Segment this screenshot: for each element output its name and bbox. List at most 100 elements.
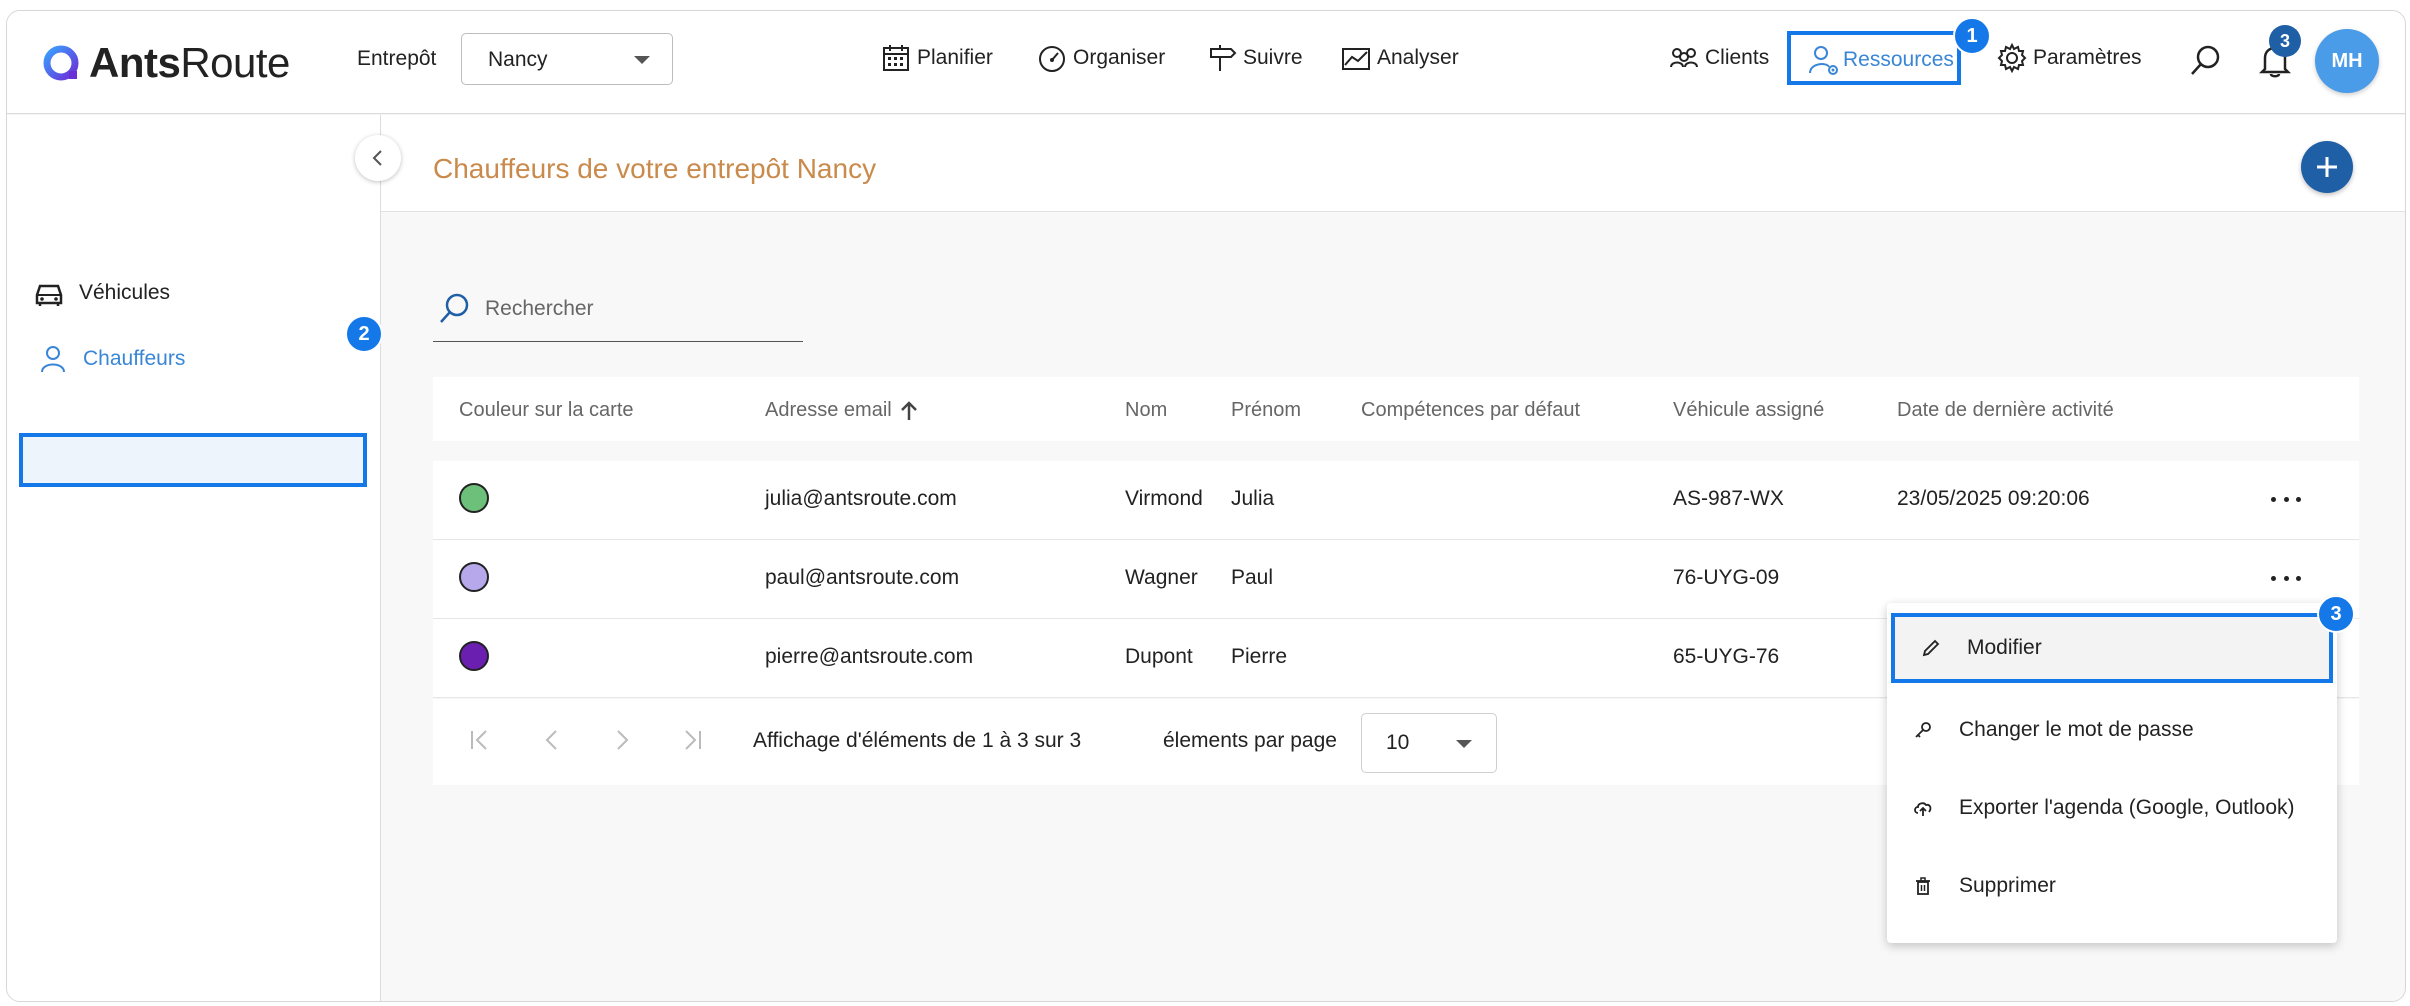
nav-suivre[interactable]: Suivre — [1207, 43, 1303, 73]
sidebar-item-vehicules-label: Véhicules — [79, 281, 171, 304]
nav-suivre-label: Suivre — [1243, 46, 1303, 69]
per-page-value: 10 — [1386, 731, 1410, 754]
step-3-badge: 3 — [2317, 595, 2355, 633]
driver-color-dot — [459, 562, 489, 592]
search-icon[interactable] — [2189, 43, 2223, 77]
user-avatar[interactable]: MH — [2315, 29, 2379, 93]
cell-prenom: Paul — [1231, 566, 1274, 589]
per-page-label: élements par page — [1163, 729, 1337, 752]
menu-item-supprimer[interactable]: Supprimer — [1887, 851, 2337, 921]
chevron-down-icon — [1456, 740, 1472, 748]
more-options-icon[interactable] — [2271, 576, 2301, 584]
sidebar-item-vehicules[interactable]: Véhicules — [33, 277, 170, 309]
menu-item-export-agenda[interactable]: Exporter l'agenda (Google, Outlook) — [1887, 773, 2337, 843]
menu-item-modifier[interactable]: Modifier — [1891, 613, 2333, 683]
menu-item-change-password-label: Changer le mot de passe — [1959, 718, 2194, 741]
last-page-icon[interactable] — [679, 727, 705, 753]
sidebar: Véhicules Chauffeurs — [7, 115, 381, 1001]
signpost-icon — [1210, 45, 1237, 71]
menu-item-supprimer-label: Supprimer — [1959, 874, 2056, 897]
pencil-icon — [1922, 639, 1940, 657]
column-header-nom[interactable]: Nom — [1125, 399, 1167, 422]
nav-parametres[interactable]: Paramètres — [1997, 43, 2142, 73]
top-header: AntsRoute Entrepôt Nancy Planifier Organ… — [7, 11, 2405, 114]
per-page-select[interactable]: 10 — [1361, 713, 1497, 773]
column-header-email-label: Adresse email — [765, 399, 892, 421]
brand-name: AntsRoute — [89, 39, 290, 86]
cell-nom: Virmond — [1125, 487, 1203, 510]
arrow-up-icon — [900, 400, 917, 420]
column-header-vehicule[interactable]: Véhicule assigné — [1673, 399, 1824, 422]
nav-organiser-label: Organiser — [1073, 46, 1166, 69]
nav-planifier[interactable]: Planifier — [881, 43, 993, 73]
first-page-icon[interactable] — [467, 727, 493, 753]
search-placeholder: Rechercher — [485, 297, 594, 320]
entrepot-selected-value: Nancy — [488, 48, 548, 71]
sidebar-item-chauffeurs-label: Chauffeurs — [83, 347, 186, 370]
step-2-badge: 2 — [345, 315, 383, 353]
chevron-down-icon — [634, 56, 650, 64]
sidebar-item-chauffeurs[interactable]: Chauffeurs — [37, 343, 185, 375]
driver-color-dot — [459, 641, 489, 671]
column-header-color[interactable]: Couleur sur la carte — [459, 399, 634, 422]
table-header: Couleur sur la carte Adresse email Nom P… — [433, 377, 2359, 441]
add-chauffeur-button[interactable] — [2301, 141, 2353, 193]
page-title: Chauffeurs de votre entrepôt Nancy — [433, 153, 877, 184]
menu-item-modifier-label: Modifier — [1967, 636, 2042, 659]
entrepot-select[interactable]: Nancy — [461, 33, 673, 85]
cell-nom: Wagner — [1125, 566, 1198, 589]
user-gear-icon — [1809, 46, 1838, 75]
collapse-sidebar-button[interactable] — [355, 135, 401, 181]
next-page-icon[interactable] — [609, 727, 635, 753]
chevron-left-icon — [372, 150, 382, 166]
nav-clients-label: Clients — [1705, 46, 1770, 69]
column-header-competences[interactable]: Compétences par défaut — [1361, 399, 1580, 422]
previous-page-icon[interactable] — [539, 727, 565, 753]
cell-nom: Dupont — [1125, 645, 1193, 668]
antsroute-logo[interactable]: AntsRoute — [41, 39, 290, 87]
nav-planifier-label: Planifier — [917, 46, 993, 69]
users-group-icon — [1670, 48, 1698, 68]
key-icon — [1915, 722, 1931, 738]
column-header-activite[interactable]: Date de dernière activité — [1897, 399, 2114, 422]
car-icon — [35, 284, 63, 306]
app-window: AntsRoute Entrepôt Nancy Planifier Organ… — [6, 10, 2406, 1002]
pagination-summary: Affichage d'éléments de 1 à 3 sur 3 — [753, 729, 1082, 752]
nav-organiser[interactable]: Organiser — [1037, 43, 1165, 73]
calendar-icon — [883, 45, 909, 71]
nav-clients[interactable]: Clients — [1669, 43, 1769, 73]
nav-ressources[interactable]: Ressources — [1807, 43, 1954, 77]
entrepot-label: Entrepôt — [357, 47, 437, 70]
row-context-menu: Modifier Changer le mot de passe Exporte… — [1887, 603, 2337, 943]
antsroute-logo-icon — [43, 45, 79, 81]
cell-prenom: Pierre — [1231, 645, 1288, 668]
nav-analyser-label: Analyser — [1377, 46, 1459, 69]
notification-count-badge: 3 — [2269, 25, 2301, 57]
chart-icon — [1342, 48, 1370, 70]
cell-prenom: Julia — [1231, 487, 1275, 510]
gear-icon — [1997, 43, 2027, 73]
sidebar-item-chauffeurs-highlight — [19, 433, 367, 487]
table-row[interactable]: julia@antsroute.com Virmond Julia AS-987… — [433, 461, 2359, 540]
menu-item-change-password[interactable]: Changer le mot de passe — [1887, 695, 2337, 765]
menu-item-export-agenda-label: Exporter l'agenda (Google, Outlook) — [1959, 796, 2295, 819]
cell-email: pierre@antsroute.com — [765, 645, 974, 668]
cell-email: paul@antsroute.com — [765, 566, 960, 589]
step-1-badge: 1 — [1953, 17, 1991, 55]
cell-vehicule: 76-UYG-09 — [1673, 566, 1780, 589]
cell-vehicule: AS-987-WX — [1673, 487, 1784, 510]
more-options-icon[interactable] — [2271, 497, 2301, 505]
page-header: Chauffeurs de votre entrepôt Nancy — [381, 115, 2405, 212]
cell-vehicule: 65-UYG-76 — [1673, 645, 1780, 668]
user-icon — [41, 346, 65, 373]
search-field[interactable]: Rechercher — [433, 285, 803, 342]
column-header-prenom[interactable]: Prénom — [1231, 399, 1301, 422]
column-header-email[interactable]: Adresse email — [765, 399, 918, 422]
search-icon — [440, 293, 469, 323]
nav-analyser[interactable]: Analyser — [1341, 43, 1459, 73]
nav-parametres-label: Paramètres — [2033, 46, 2142, 69]
driver-color-dot — [459, 483, 489, 513]
plus-icon — [2317, 157, 2337, 177]
cell-email: julia@antsroute.com — [765, 487, 957, 510]
cell-activite: 23/05/2025 09:20:06 — [1897, 487, 2090, 510]
